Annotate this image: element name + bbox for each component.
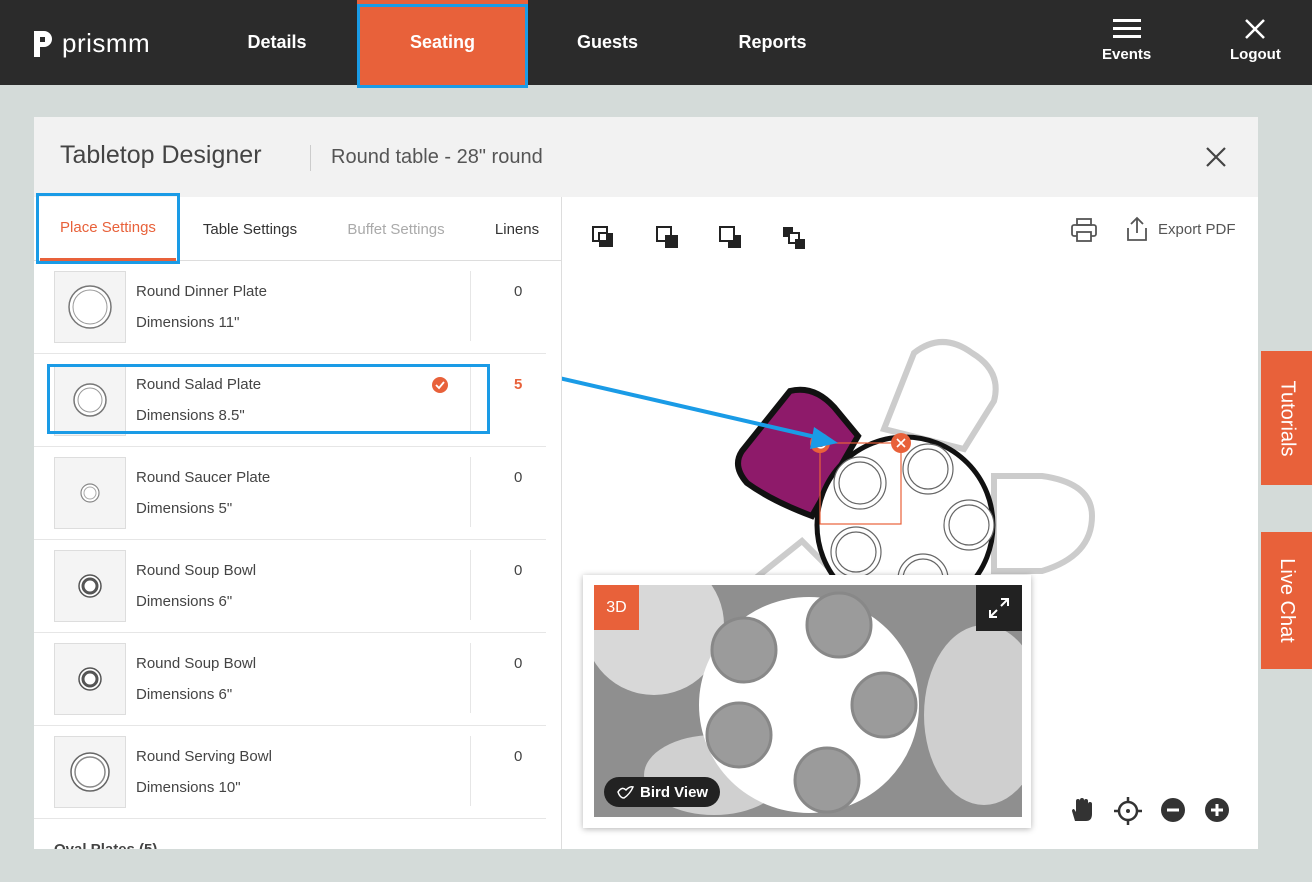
item-thumbnail bbox=[54, 736, 126, 808]
list-item[interactable]: Round Dinner Plate Dimensions 11" 0 bbox=[34, 261, 546, 354]
nav-tab-reports[interactable]: Reports bbox=[700, 0, 845, 85]
panel-subtitle: Round table - 28" round bbox=[331, 146, 543, 168]
bird-icon bbox=[617, 786, 634, 799]
share-upload-icon bbox=[1127, 216, 1147, 241]
zoom-out-icon[interactable] bbox=[1160, 797, 1186, 823]
nav-tab-guests[interactable]: Guests bbox=[545, 0, 670, 85]
check-circle-icon bbox=[432, 377, 448, 393]
chair-top bbox=[879, 339, 999, 453]
bird-view-label: Bird View bbox=[640, 783, 709, 801]
item-divider bbox=[470, 550, 471, 620]
chair-right bbox=[991, 473, 1096, 574]
logout-button[interactable]: Logout bbox=[1230, 18, 1281, 63]
item-name: Round Saucer Plate bbox=[136, 469, 271, 486]
close-panel-icon[interactable] bbox=[1204, 145, 1228, 169]
item-divider bbox=[470, 457, 471, 527]
item-dimensions: Dimensions 6" bbox=[136, 593, 233, 610]
nav-tab-seating[interactable]: Seating bbox=[357, 0, 528, 85]
bird-view-button[interactable]: Bird View bbox=[604, 777, 721, 807]
list-item[interactable]: Round Serving Bowl Dimensions 10" 0 bbox=[34, 726, 546, 819]
list-item[interactable]: Round Saucer Plate Dimensions 5" 0 bbox=[34, 447, 546, 540]
print-icon[interactable] bbox=[1070, 217, 1098, 243]
oval-plates-section-header[interactable]: Oval Plates (5) bbox=[54, 841, 157, 849]
serving-bowl-icon bbox=[70, 752, 110, 792]
soup-bowl-icon bbox=[78, 667, 102, 691]
item-divider bbox=[470, 364, 471, 434]
list-item[interactable]: Round Soup Bowl Dimensions 6" 0 bbox=[34, 633, 546, 726]
expand-icon bbox=[989, 598, 1009, 618]
list-item[interactable]: Round Salad Plate Dimensions 8.5" 5 bbox=[34, 354, 546, 447]
item-divider bbox=[470, 736, 471, 806]
item-name: Round Dinner Plate bbox=[136, 283, 267, 300]
item-name: Round Serving Bowl bbox=[136, 748, 272, 765]
item-count[interactable]: 0 bbox=[514, 562, 522, 579]
item-dimensions: Dimensions 11" bbox=[136, 314, 240, 331]
tutorials-tab[interactable]: Tutorials bbox=[1261, 351, 1312, 485]
expand-preview-button[interactable] bbox=[976, 585, 1022, 631]
prismm-logo-icon bbox=[34, 30, 52, 57]
top-nav: prismm Details Seating Guests Reports Ev… bbox=[0, 0, 1312, 88]
header-divider bbox=[310, 145, 311, 171]
item-name: Round Salad Plate bbox=[136, 376, 262, 393]
item-count[interactable]: 0 bbox=[514, 655, 522, 672]
tab-table-settings[interactable]: Table Settings bbox=[184, 197, 316, 261]
nav-tab-details[interactable]: Details bbox=[212, 0, 342, 85]
preview-3d-viewport[interactable]: 3D Bird View bbox=[594, 585, 1022, 817]
tab-place-settings[interactable]: Place Settings bbox=[40, 197, 176, 261]
send-backward-icon[interactable] bbox=[718, 225, 744, 251]
tab-buffet-settings[interactable]: Buffet Settings bbox=[330, 197, 462, 261]
center-crosshair-icon[interactable] bbox=[1114, 797, 1142, 825]
tutorials-label: Tutorials bbox=[1276, 380, 1299, 456]
place-settings-list: Round Dinner Plate Dimensions 11" 0 Roun… bbox=[34, 261, 546, 819]
badge-3d[interactable]: 3D bbox=[594, 585, 639, 630]
preview-3d-card: 3D Bird View bbox=[583, 575, 1031, 828]
send-to-back-icon[interactable] bbox=[781, 225, 807, 251]
round-plate-icon bbox=[73, 383, 107, 417]
item-dimensions: Dimensions 5" bbox=[136, 500, 233, 517]
items-column: Place Settings Table Settings Buffet Set… bbox=[34, 193, 562, 849]
export-pdf-label: Export PDF bbox=[1158, 220, 1236, 238]
brand-name: prismm bbox=[62, 28, 151, 58]
tabletop-designer-panel: Tabletop Designer Round table - 28" roun… bbox=[34, 117, 1258, 849]
live-chat-tab[interactable]: Live Chat bbox=[1261, 532, 1312, 669]
item-count[interactable]: 0 bbox=[514, 469, 522, 486]
zoom-in-icon[interactable] bbox=[1204, 797, 1230, 823]
item-thumbnail bbox=[54, 364, 126, 436]
item-thumbnail bbox=[54, 643, 126, 715]
panel-title: Tabletop Designer bbox=[60, 141, 262, 169]
logout-label: Logout bbox=[1230, 46, 1281, 63]
bring-to-front-icon[interactable] bbox=[591, 225, 617, 251]
item-count[interactable]: 5 bbox=[514, 376, 522, 393]
round-plate-icon bbox=[80, 483, 100, 503]
brand-logo[interactable]: prismm bbox=[32, 28, 150, 59]
item-name: Round Soup Bowl bbox=[136, 562, 257, 579]
item-divider bbox=[470, 271, 471, 341]
item-dimensions: Dimensions 6" bbox=[136, 686, 233, 703]
export-pdf-button[interactable]: Export PDF bbox=[1126, 216, 1236, 242]
tab-linens[interactable]: Linens bbox=[480, 197, 554, 261]
events-label: Events bbox=[1102, 46, 1152, 63]
list-item[interactable]: Round Soup Bowl Dimensions 6" 0 bbox=[34, 540, 546, 633]
live-chat-label: Live Chat bbox=[1276, 558, 1298, 643]
item-dimensions: Dimensions 10" bbox=[136, 779, 241, 796]
item-name: Round Soup Bowl bbox=[136, 655, 257, 672]
item-thumbnail bbox=[54, 457, 126, 529]
item-count[interactable]: 0 bbox=[514, 283, 522, 300]
designer-tabs: Place Settings Table Settings Buffet Set… bbox=[34, 197, 562, 261]
item-dimensions: Dimensions 8.5" bbox=[136, 407, 245, 424]
item-count[interactable]: 0 bbox=[514, 748, 522, 765]
panel-header: Tabletop Designer Round table - 28" roun… bbox=[34, 117, 1258, 197]
hamburger-icon bbox=[1112, 19, 1141, 38]
item-thumbnail bbox=[54, 271, 126, 343]
item-thumbnail bbox=[54, 550, 126, 622]
item-divider bbox=[470, 643, 471, 713]
events-menu-button[interactable]: Events bbox=[1102, 18, 1151, 63]
close-icon bbox=[1245, 19, 1266, 39]
pan-hand-icon[interactable] bbox=[1068, 797, 1094, 823]
bring-forward-icon[interactable] bbox=[655, 225, 681, 251]
soup-bowl-icon bbox=[78, 574, 102, 598]
round-plate-icon bbox=[68, 285, 112, 329]
